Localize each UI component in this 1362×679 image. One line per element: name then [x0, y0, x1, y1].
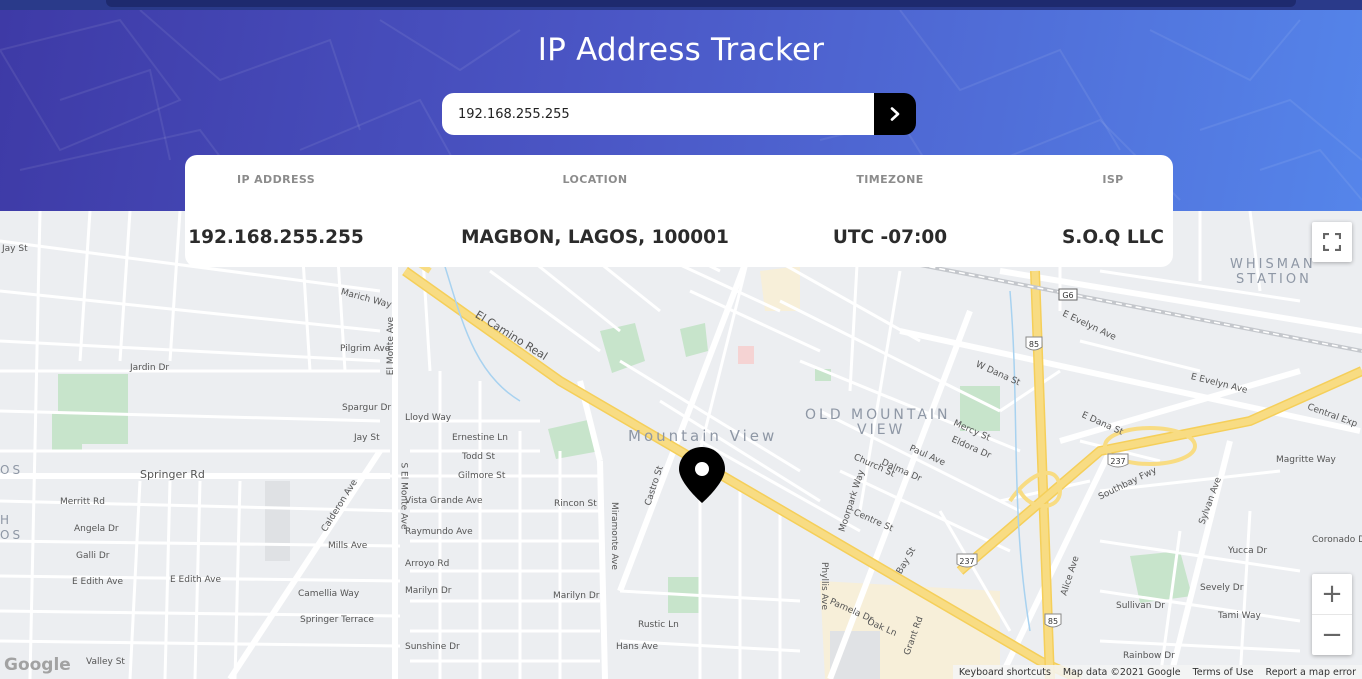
route-badges: 85 237 237 85 G6 — [956, 288, 1129, 628]
fullscreen-icon — [1323, 233, 1341, 251]
map-data-text: Map data ©2021 Google — [1062, 666, 1181, 678]
ip-info-card: IP ADDRESS 192.168.255.255 LOCATION MAGB… — [185, 155, 1173, 267]
svg-text:237: 237 — [1110, 457, 1125, 466]
location-pin-icon — [679, 447, 725, 503]
route-badge-85: 85 — [1025, 336, 1043, 351]
location-value: MAGBON, LAGOS, 100001 — [461, 227, 729, 248]
location-marker[interactable] — [679, 447, 725, 507]
svg-text:G6: G6 — [1062, 291, 1073, 300]
zoom-controls: + − — [1312, 574, 1352, 655]
ip-address-value: 192.168.255.255 — [188, 227, 364, 248]
timezone-label: TIMEZONE — [856, 173, 924, 186]
submit-button[interactable] — [874, 93, 916, 135]
route-badge-237: 237 — [1107, 453, 1129, 468]
zoom-in-button[interactable]: + — [1312, 575, 1352, 615]
ip-address-label: IP ADDRESS — [236, 173, 316, 186]
ip-search-input[interactable] — [442, 93, 874, 135]
search-form — [442, 93, 916, 135]
map-attribution: Keyboard shortcuts Map data ©2021 Google… — [952, 665, 1362, 679]
route-badge-85: 85 — [1044, 613, 1062, 628]
terms-link[interactable]: Terms of Use — [1193, 667, 1254, 678]
page-title: IP Address Tracker — [537, 32, 825, 68]
svg-text:85: 85 — [1029, 340, 1039, 349]
zoom-out-button[interactable]: − — [1312, 615, 1352, 655]
svg-text:237: 237 — [959, 557, 974, 566]
route-badge-237: 237 — [956, 553, 978, 568]
keyboard-shortcuts-link[interactable]: Keyboard shortcuts — [959, 667, 1051, 678]
report-error-link[interactable]: Report a map error — [1266, 667, 1356, 678]
google-logo: Google — [4, 655, 71, 675]
timezone-value: UTC -07:00 — [832, 227, 948, 248]
chevron-right-icon — [890, 107, 900, 121]
svg-text:85: 85 — [1048, 617, 1058, 626]
isp-label: ISP — [1102, 173, 1124, 186]
route-badge-g6: G6 — [1058, 288, 1078, 301]
browser-top-strip — [0, 0, 1362, 10]
map-view[interactable]: Jay St Jardin Dr Springer Rd Pilgrim Ave… — [0, 211, 1362, 679]
location-label: LOCATION — [562, 173, 628, 186]
isp-value: S.O.Q LLC — [1061, 227, 1165, 248]
top-bar — [106, 0, 1296, 7]
fullscreen-button[interactable] — [1312, 222, 1352, 262]
